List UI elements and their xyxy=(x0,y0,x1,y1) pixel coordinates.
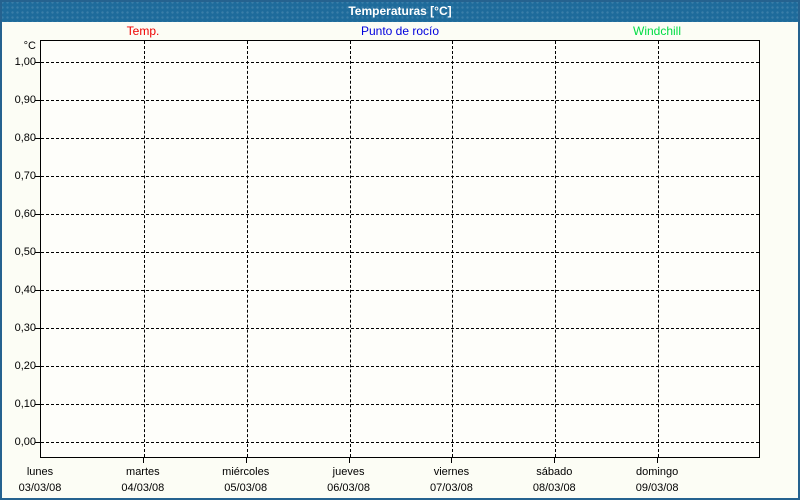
v-gridline xyxy=(247,41,248,457)
y-axis-tick xyxy=(35,100,40,101)
plot-area xyxy=(40,40,760,458)
h-gridline xyxy=(41,290,759,291)
day-date: 03/03/08 xyxy=(18,482,62,494)
x-day-label: martes 04/03/08 xyxy=(88,464,198,496)
y-tick-label: 0,00 xyxy=(14,436,36,448)
h-gridline xyxy=(41,62,759,63)
h-gridline xyxy=(41,138,759,139)
day-date: 04/03/08 xyxy=(121,482,165,494)
x-day-label: sábado 08/03/08 xyxy=(499,464,609,496)
x-day-label: miércoles 05/03/08 xyxy=(191,464,301,496)
v-gridline xyxy=(452,41,453,457)
legend-item: Temp. xyxy=(126,24,160,38)
y-axis-tick xyxy=(35,214,40,215)
y-axis-tick xyxy=(35,252,40,253)
h-gridline xyxy=(41,100,759,101)
day-name: miércoles xyxy=(222,466,270,478)
y-tick-label: 0,30 xyxy=(14,322,36,334)
y-axis-tick xyxy=(35,442,40,443)
y-tick-label: 0,70 xyxy=(14,170,36,182)
x-axis-tick xyxy=(451,458,452,463)
y-tick-label: 0,90 xyxy=(14,94,36,106)
h-gridline xyxy=(41,252,759,253)
x-axis-tick xyxy=(657,458,658,463)
v-gridline xyxy=(350,41,351,457)
y-axis-tick xyxy=(35,290,40,291)
x-day-label: domingo 09/03/08 xyxy=(602,464,712,496)
day-name: martes xyxy=(126,466,160,478)
x-axis-tick xyxy=(143,458,144,463)
v-gridline xyxy=(144,41,145,457)
y-tick-label: 0,40 xyxy=(14,284,36,296)
legend-item: Punto de rocío xyxy=(360,24,440,38)
y-tick-label: 0,60 xyxy=(14,208,36,220)
y-axis-tick xyxy=(35,366,40,367)
x-day-label: viernes 07/03/08 xyxy=(396,464,506,496)
h-gridline xyxy=(41,404,759,405)
day-name: jueves xyxy=(332,466,365,478)
h-gridline xyxy=(41,442,759,443)
x-axis-tick xyxy=(246,458,247,463)
y-tick-label: 0,10 xyxy=(14,398,36,410)
x-axis-tick xyxy=(349,458,350,463)
x-day-label: lunes 03/03/08 xyxy=(0,464,95,496)
h-gridline xyxy=(41,176,759,177)
day-date: 08/03/08 xyxy=(532,482,576,494)
h-gridline xyxy=(41,366,759,367)
day-date: 07/03/08 xyxy=(430,482,473,494)
y-axis-tick xyxy=(35,62,40,63)
day-name: viernes xyxy=(433,466,470,478)
y-axis-tick xyxy=(35,176,40,177)
v-gridline xyxy=(555,41,556,457)
y-tick-label: 0,20 xyxy=(14,360,36,372)
day-date: 06/03/08 xyxy=(327,482,370,494)
day-name: sábado xyxy=(536,466,573,478)
day-date: 05/03/08 xyxy=(224,482,268,494)
chart-title-bar: Temperaturas [°C] xyxy=(0,0,800,22)
y-axis-tick xyxy=(35,328,40,329)
x-axis-tick xyxy=(554,458,555,463)
legend: Temp. Punto de rocío Windchill xyxy=(0,24,800,39)
day-name: domingo xyxy=(636,466,679,478)
h-gridline xyxy=(41,328,759,329)
y-axis-unit-label: °C xyxy=(23,40,36,52)
day-name: lunes xyxy=(26,466,54,478)
y-tick-label: 0,80 xyxy=(14,132,36,144)
h-gridline xyxy=(41,214,759,215)
chart-title: Temperaturas [°C] xyxy=(348,4,452,18)
y-axis-tick xyxy=(35,138,40,139)
y-tick-label: 1,00 xyxy=(14,56,36,68)
y-axis-tick xyxy=(35,404,40,405)
y-tick-label: 0,50 xyxy=(14,246,36,258)
v-gridline xyxy=(658,41,659,457)
x-day-label: jueves 06/03/08 xyxy=(294,464,404,496)
day-date: 09/03/08 xyxy=(635,482,679,494)
weather-chart-window: Temperaturas [°C] Temp. Punto de rocío Win… xyxy=(0,0,800,500)
legend-item: Windchill xyxy=(632,24,682,38)
